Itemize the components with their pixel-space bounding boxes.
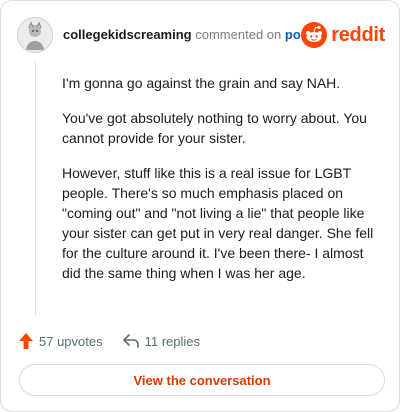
upvote-button[interactable]: 57 upvotes — [19, 333, 103, 349]
view-conversation-button[interactable]: View the conversation — [19, 364, 385, 396]
brand-wordmark: reddit — [331, 23, 385, 46]
upvote-icon — [19, 333, 33, 349]
comment-meta: collegekidscreaming commented on post — [63, 27, 312, 42]
comment-header: collegekidscreaming commented on post re… — [17, 15, 385, 55]
embedded-comment-card: collegekidscreaming commented on post re… — [0, 0, 400, 412]
upvote-count: 57 upvotes — [39, 333, 103, 349]
comment-paragraph: However, stuff like this is a real issue… — [62, 165, 374, 281]
comment-paragraph: I'm gonna go against the grain and say N… — [62, 75, 341, 91]
action-text: commented on — [195, 27, 282, 42]
reply-count: 11 replies — [144, 333, 201, 349]
reddit-snoo-icon — [301, 22, 328, 48]
avatar[interactable] — [17, 17, 53, 53]
thread-line — [35, 61, 36, 316]
reply-icon — [122, 334, 139, 348]
comment-body: I'm gonna go against the grain and say N… — [62, 73, 380, 298]
replies-button[interactable]: 11 replies — [122, 333, 201, 349]
view-conversation-label: View the conversation — [133, 372, 271, 388]
username-link[interactable]: collegekidscreaming — [63, 27, 192, 42]
comment-actions: 57 upvotes 11 replies — [19, 331, 200, 351]
comment-paragraph: You've got absolutely nothing to worry a… — [62, 110, 367, 146]
reddit-logo[interactable]: reddit — [301, 21, 385, 49]
